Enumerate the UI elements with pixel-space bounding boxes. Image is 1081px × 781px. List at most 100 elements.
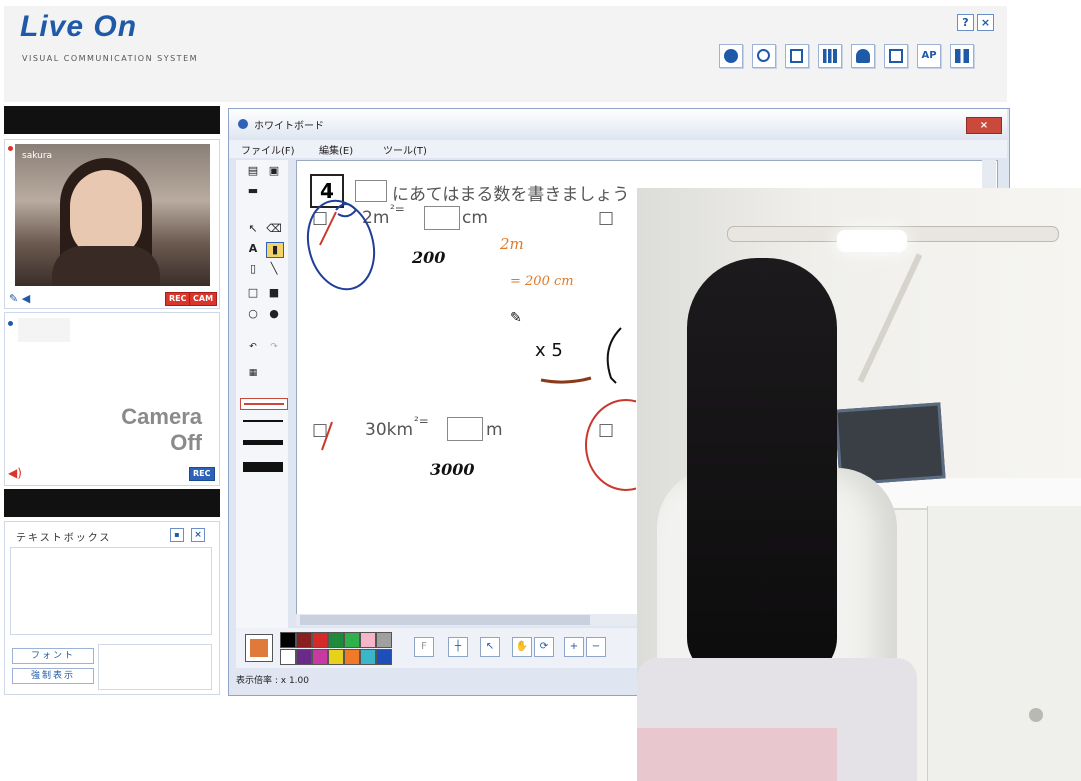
participant-name: sakura — [22, 151, 53, 161]
local-indicator — [8, 321, 13, 326]
whiteboard-app-icon — [238, 119, 248, 129]
bookmark-button[interactable] — [785, 44, 809, 68]
app-close-button[interactable]: × — [977, 14, 994, 31]
force-show-button[interactable]: 強制表示 — [12, 668, 94, 684]
participant-body — [52, 246, 160, 286]
color-swatch[interactable] — [328, 632, 344, 648]
panel-separator-bar — [4, 489, 220, 517]
color-swatch[interactable] — [360, 649, 376, 665]
search-button[interactable] — [752, 44, 776, 68]
crosshair-icon[interactable]: ┼ — [448, 637, 468, 657]
desk-drawers — [927, 506, 1081, 781]
magnifier-icon — [757, 49, 770, 62]
pointer-icon[interactable]: ↖ — [480, 637, 500, 657]
layout-icon — [955, 49, 969, 63]
rectangle-fill-icon[interactable]: ■ — [266, 286, 282, 300]
current-color-swatch — [250, 639, 268, 657]
color-swatch[interactable] — [280, 632, 296, 648]
ap-button[interactable]: AP — [917, 44, 941, 68]
hand-icon[interactable]: ✋ — [512, 637, 532, 657]
ellipse-outline-icon[interactable]: ○ — [245, 307, 261, 321]
speaker-icon[interactable]: ◀) — [8, 466, 22, 480]
sync-icon[interactable]: ⟳ — [534, 637, 554, 657]
line-width-2[interactable] — [243, 420, 283, 422]
marker-tool-icon[interactable]: ▮ — [266, 242, 284, 258]
layout-button[interactable] — [950, 44, 974, 68]
handwriting-strokes — [306, 199, 636, 491]
save-file-icon[interactable]: ▣ — [266, 164, 282, 178]
redo-icon[interactable]: ↷ — [266, 340, 282, 354]
textbox-close-icon[interactable]: × — [191, 528, 205, 542]
document-button[interactable] — [884, 44, 908, 68]
zoom-in-icon[interactable]: + — [564, 637, 584, 657]
color-swatch[interactable] — [312, 632, 328, 648]
eraser-icon[interactable]: ⌫ — [266, 222, 282, 236]
color-swatch[interactable] — [296, 649, 312, 665]
textbox-content[interactable] — [10, 547, 212, 635]
drawer-knob — [1029, 708, 1043, 722]
undo-icon[interactable]: ↶ — [245, 340, 261, 354]
rec-button[interactable]: REC — [165, 292, 191, 306]
help-button[interactable]: ? — [957, 14, 974, 31]
stats-button[interactable] — [818, 44, 842, 68]
line-width-4[interactable] — [243, 462, 283, 472]
local-video-thumb — [18, 318, 70, 342]
cam-button[interactable]: CAM — [189, 292, 218, 306]
menu-tools[interactable]: ツール(T) — [383, 142, 427, 157]
color-palette — [280, 632, 400, 666]
blue-loop-stroke — [335, 203, 358, 218]
red-check-q3 — [321, 421, 333, 451]
mic-icon[interactable]: ✎ ◀ — [9, 292, 30, 305]
open-file-icon[interactable]: ▤ — [245, 164, 261, 178]
line-width-3[interactable] — [243, 440, 283, 445]
gear-icon — [724, 49, 738, 63]
app-tagline: VISUAL COMMUNICATION SYSTEM — [22, 54, 199, 63]
black-arrow-stroke — [606, 327, 622, 384]
brown-arrow-stroke — [540, 376, 592, 384]
color-swatch[interactable] — [280, 649, 296, 665]
textbox-input[interactable] — [98, 644, 212, 690]
current-color-frame[interactable] — [245, 634, 273, 662]
zoom-out-icon[interactable]: − — [586, 637, 606, 657]
line-width-selected[interactable] — [240, 398, 288, 410]
user-search-icon — [856, 49, 870, 63]
red-check-q1 — [319, 211, 337, 246]
whiteboard-close-button[interactable]: × — [966, 117, 1002, 134]
font-button[interactable]: フォント — [12, 648, 94, 664]
pen-tool-icon[interactable]: ▯ — [245, 262, 261, 276]
textbox-title: テキストボックス — [16, 533, 112, 544]
zoom-status: 表示倍率 : x 1.00 — [236, 676, 309, 686]
grid-icon[interactable]: ▦ — [245, 366, 261, 380]
menu-edit[interactable]: 編集(E) — [319, 142, 353, 157]
red-circle-stroke — [585, 399, 636, 491]
participant-face — [70, 170, 142, 258]
document-icon — [889, 49, 903, 63]
local-rec-button[interactable]: REC — [189, 467, 215, 481]
lamp-light — [837, 230, 907, 252]
color-swatch[interactable] — [376, 632, 392, 648]
settings-button[interactable] — [719, 44, 743, 68]
bar-chart-icon — [823, 49, 837, 63]
menu-file[interactable]: ファイル(F) — [241, 142, 295, 157]
color-swatch[interactable] — [376, 649, 392, 665]
color-swatch[interactable] — [296, 632, 312, 648]
rectangle-outline-icon[interactable]: □ — [245, 286, 261, 300]
color-swatch[interactable] — [344, 632, 360, 648]
print-icon[interactable]: ▬ — [245, 184, 261, 198]
horizontal-scroll-thumb[interactable] — [300, 615, 590, 625]
bookmark-icon — [790, 49, 803, 63]
color-swatch[interactable] — [328, 649, 344, 665]
line-tool-icon[interactable]: ╲ — [266, 262, 282, 276]
whiteboard-titlebar — [229, 109, 1007, 139]
user-search-button[interactable] — [851, 44, 875, 68]
select-arrow-icon[interactable]: ↖ — [245, 222, 261, 236]
font-tool-icon[interactable]: F — [414, 637, 434, 657]
blue-circle-stroke — [306, 199, 376, 291]
text-tool-icon[interactable]: A — [245, 242, 261, 256]
color-swatch[interactable] — [344, 649, 360, 665]
textbox-save-icon[interactable]: ▪ — [170, 528, 184, 542]
color-swatch[interactable] — [312, 649, 328, 665]
video-header-bar — [4, 106, 220, 134]
color-swatch[interactable] — [360, 632, 376, 648]
ellipse-fill-icon[interactable]: ● — [266, 307, 282, 321]
